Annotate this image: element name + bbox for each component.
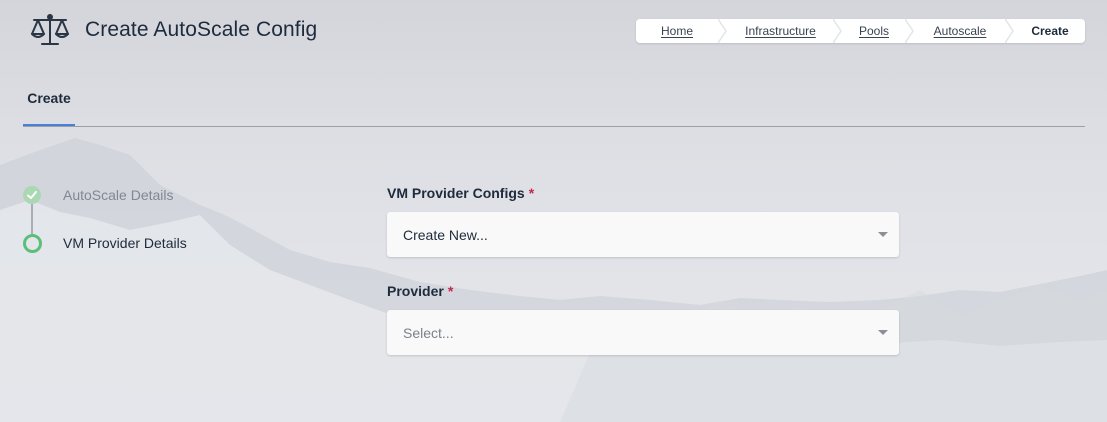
breadcrumb-separator-icon xyxy=(718,19,727,43)
breadcrumb-infrastructure[interactable]: Infrastructure xyxy=(728,19,833,43)
breadcrumb-autoscale[interactable]: Autoscale xyxy=(915,19,1005,43)
scale-balance-icon xyxy=(31,14,69,45)
step-vm-provider-details: VM Provider Details xyxy=(63,235,187,251)
provider-placeholder: Select... xyxy=(403,324,454,341)
stepper-connector xyxy=(31,204,33,234)
breadcrumb-home[interactable]: Home xyxy=(636,19,718,43)
provider-select[interactable]: Select... xyxy=(387,310,899,355)
vm-provider-configs-label-text: VM Provider Configs xyxy=(387,185,525,201)
breadcrumb-create: Create xyxy=(1031,24,1069,38)
breadcrumb-pools[interactable]: Pools xyxy=(843,19,905,43)
tab-divider xyxy=(23,126,1085,127)
breadcrumb-separator-icon xyxy=(833,19,842,43)
vm-provider-configs-select[interactable]: Create New... xyxy=(387,212,899,257)
provider-label: Provider * xyxy=(387,283,453,299)
breadcrumb: Home Infrastructure Pools Autoscale Crea… xyxy=(636,19,1085,43)
step-autoscale-details[interactable]: AutoScale Details xyxy=(63,187,174,203)
vm-provider-configs-label: VM Provider Configs * xyxy=(387,185,534,201)
page-title: Create AutoScale Config xyxy=(85,18,318,41)
chevron-down-icon xyxy=(878,330,888,335)
chevron-down-icon xyxy=(878,232,888,237)
step-current-icon xyxy=(23,234,42,253)
step-complete-icon xyxy=(23,186,41,204)
tab-create[interactable]: Create xyxy=(23,82,75,126)
required-marker: * xyxy=(528,185,535,201)
breadcrumb-separator-icon xyxy=(1005,19,1014,43)
required-marker: * xyxy=(447,283,454,299)
breadcrumb-separator-icon xyxy=(905,19,914,43)
vm-provider-configs-value: Create New... xyxy=(403,226,488,243)
checkmark-icon xyxy=(27,191,37,199)
provider-label-text: Provider xyxy=(387,283,444,299)
